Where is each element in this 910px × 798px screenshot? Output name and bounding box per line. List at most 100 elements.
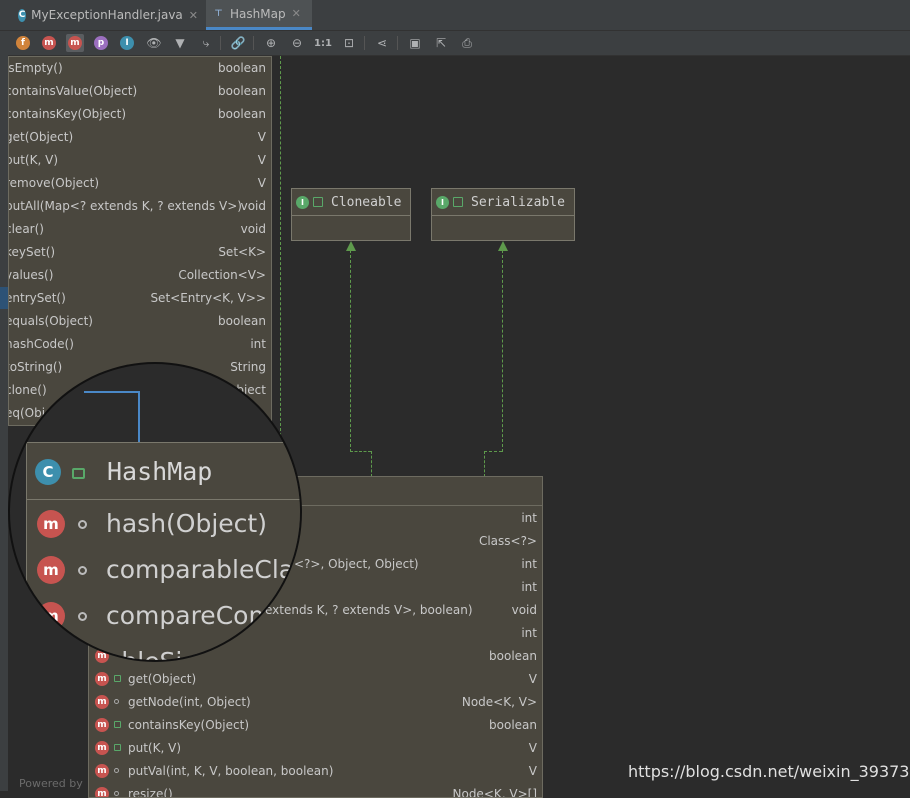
- tab-label: MyExceptionHandler.java: [31, 8, 183, 22]
- list-item[interactable]: get(Object) V: [9, 126, 271, 149]
- class-icon: C: [35, 459, 61, 485]
- list-item[interactable]: entrySet() Set<Entry<K, V>>: [9, 287, 271, 310]
- tab-myexceptionhandler[interactable]: C MyExceptionHandler.java ✕: [12, 0, 204, 30]
- method-icon: m: [37, 602, 65, 630]
- list-item[interactable]: clear() void: [9, 218, 271, 241]
- list-item[interactable]: m containsKey(Object) boolean: [89, 714, 542, 737]
- visibility-button[interactable]: 👁: [145, 34, 163, 52]
- close-icon[interactable]: ✕: [292, 7, 301, 20]
- diagram-icon: ⊤: [214, 8, 223, 19]
- list-item[interactable]: containsKey(Object) boolean: [9, 103, 271, 126]
- powered-by-label: Powered by: [19, 777, 83, 790]
- list-item: m ableSi: [27, 639, 300, 660]
- zoom-out-icon: ⊖: [291, 36, 303, 50]
- filter-icon: ▼: [175, 36, 185, 50]
- public-lock-icon: [114, 744, 121, 751]
- implements-edge: [350, 250, 351, 452]
- diagram-toolbar: f m m p I 👁 ▼ ⤷ 🔗 ⊕ ⊖ 1:1 ⊡ ⋖ ▣ ⇱ ⎙: [0, 31, 910, 56]
- method-icon: m: [95, 695, 109, 709]
- toolbar-separator: [364, 36, 365, 50]
- method-icon: m: [37, 556, 65, 584]
- zoom-in-icon: ⊕: [265, 36, 277, 50]
- list-item[interactable]: equals(Object) boolean: [9, 310, 271, 333]
- left-tool-strip: [0, 55, 8, 791]
- implements-edge: [502, 250, 503, 452]
- list-item[interactable]: keySet() Set<K>: [9, 241, 271, 264]
- print-icon: ⎙: [462, 35, 472, 50]
- apply-layout-button[interactable]: ⋖: [373, 34, 391, 52]
- package-private-icon: [114, 699, 119, 704]
- node-header: I Serializable: [432, 189, 574, 216]
- inner-class-icon: I: [120, 36, 134, 50]
- serializable-interface-node[interactable]: I Serializable: [431, 188, 575, 241]
- public-lock-icon: [114, 675, 121, 682]
- class-name: HashMap: [107, 457, 213, 486]
- package-private-icon: [114, 768, 119, 773]
- export-button[interactable]: ⇱: [432, 34, 450, 52]
- constructor-icon: m: [42, 36, 56, 50]
- arrow-head-icon: [346, 241, 356, 251]
- list-item: m compareCom: [27, 593, 300, 639]
- lock-icon: [313, 197, 323, 207]
- interface-icon: I: [296, 195, 309, 209]
- implements-edge: [484, 451, 502, 452]
- interface-icon: I: [436, 195, 449, 209]
- node-header: C HashMap: [27, 443, 300, 500]
- link-icon: 🔗: [230, 36, 246, 50]
- arrow-head-icon: [498, 241, 508, 251]
- method-icon: m: [95, 718, 109, 732]
- list-item[interactable]: putAll(Map<? extends K, ? extends V>) voi…: [9, 195, 271, 218]
- eye-icon: 👁: [146, 36, 162, 50]
- show-properties-button[interactable]: p: [92, 34, 110, 52]
- show-constructors-button[interactable]: m: [40, 34, 58, 52]
- filter-button[interactable]: ▼: [171, 34, 189, 52]
- editor-tab-bar: C MyExceptionHandler.java ✕ ⊤ HashMap ✕: [0, 0, 910, 31]
- method-icon: m: [37, 510, 65, 538]
- property-icon: p: [94, 36, 108, 50]
- list-item[interactable]: values() Collection<V>: [9, 264, 271, 287]
- selection-edge: [84, 391, 140, 393]
- list-item[interactable]: containsValue(Object) boolean: [9, 80, 271, 103]
- layout-icon: ⋖: [376, 36, 388, 50]
- save-button[interactable]: ▣: [406, 34, 424, 52]
- list-item[interactable]: remove(Object) V: [9, 172, 271, 195]
- list-item[interactable]: hashCode() int: [9, 333, 271, 356]
- method-icon: m: [37, 648, 65, 660]
- show-inner-classes-button[interactable]: I: [118, 34, 136, 52]
- show-dependencies-button[interactable]: ⤷: [197, 34, 215, 52]
- method-icon: m: [95, 741, 109, 755]
- list-item[interactable]: m put(K, V) V: [89, 737, 542, 760]
- close-icon[interactable]: ✕: [189, 9, 198, 22]
- show-edges-button[interactable]: 🔗: [229, 34, 247, 52]
- list-item[interactable]: isEmpty() boolean: [9, 57, 271, 80]
- hashmap-class-node-zoomed: C HashMap m hash(Object) m comparableClass…: [26, 442, 300, 660]
- actual-size-button[interactable]: 1:1: [314, 34, 332, 52]
- magnifier-lens: C HashMap m hash(Object) m comparableClass…: [8, 362, 302, 662]
- show-fields-button[interactable]: f: [14, 34, 32, 52]
- toolbar-separator: [253, 36, 254, 50]
- node-header: I Cloneable: [292, 189, 410, 216]
- watermark: https://blog.csdn.net/weixin_39373817: [628, 762, 910, 781]
- zoom-in-button[interactable]: ⊕: [262, 34, 280, 52]
- tab-hashmap[interactable]: ⊤ HashMap ✕: [206, 0, 312, 30]
- save-icon: ▣: [409, 36, 421, 50]
- class-icon: C: [18, 8, 27, 22]
- package-private-icon: [78, 612, 87, 621]
- method-icon: m: [95, 672, 109, 686]
- fit-content-button[interactable]: ⊡: [340, 34, 358, 52]
- magnifier-content: C HashMap m hash(Object) m comparableClass…: [10, 364, 300, 660]
- show-methods-button[interactable]: m: [66, 34, 84, 52]
- list-item[interactable]: m get(Object) V: [89, 668, 542, 691]
- list-item[interactable]: m getNode(int, Object) Node<K, V>: [89, 691, 542, 714]
- implements-edge: [350, 451, 371, 452]
- list-item: m comparableClass: [27, 547, 300, 593]
- zoom-out-button[interactable]: ⊖: [288, 34, 306, 52]
- selection-edge: [138, 391, 140, 443]
- lock-icon: [453, 197, 463, 207]
- list-item[interactable]: m putVal(int, K, V, boolean, boolean) V: [89, 760, 542, 783]
- method-icon: m: [95, 787, 109, 797]
- cloneable-interface-node[interactable]: I Cloneable: [291, 188, 411, 241]
- list-item[interactable]: put(K, V) V: [9, 149, 271, 172]
- implements-edge: [484, 451, 485, 477]
- print-button[interactable]: ⎙: [458, 34, 476, 52]
